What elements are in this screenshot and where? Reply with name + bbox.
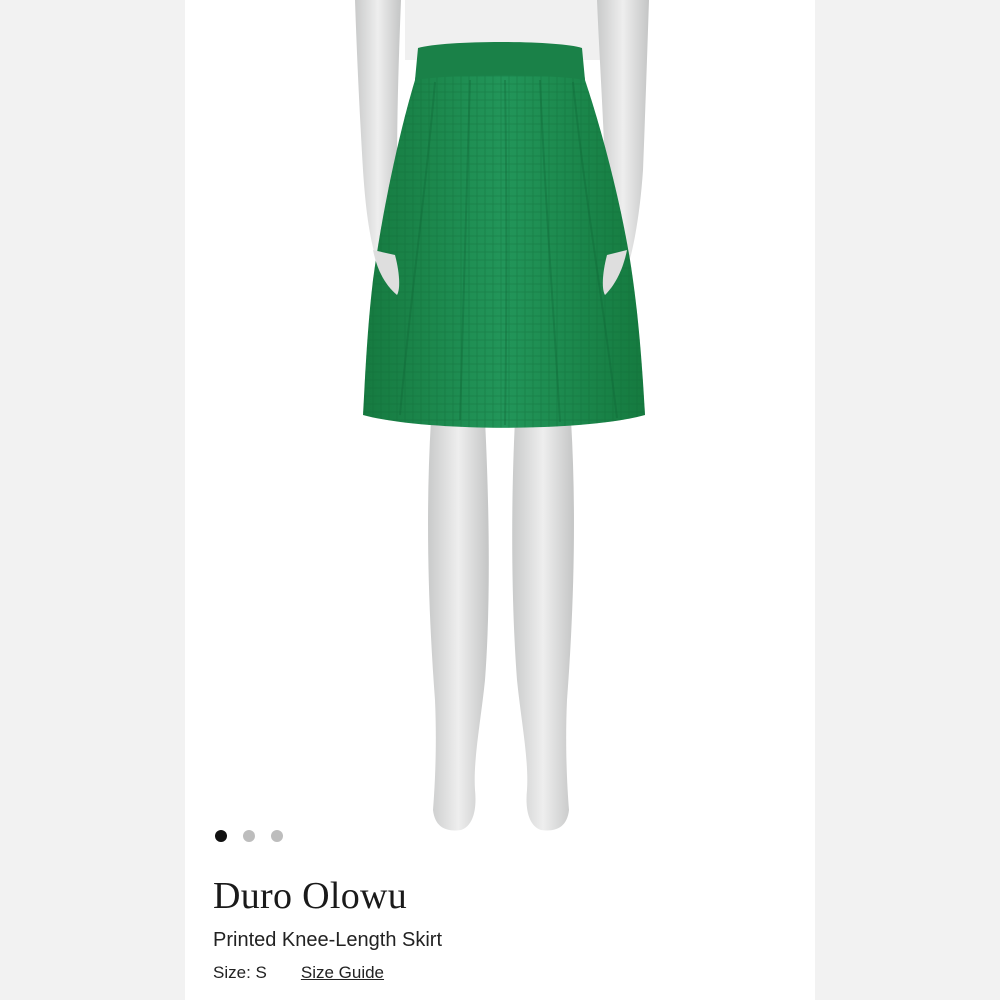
image-carousel-dots (215, 830, 283, 842)
background-blur-left (0, 0, 185, 1000)
brand-name[interactable]: Duro Olowu (213, 874, 407, 918)
size-label: Size: S (213, 963, 267, 982)
size-row: Size: S Size Guide (213, 963, 384, 983)
product-panel: Duro Olowu Printed Knee-Length Skirt Siz… (185, 0, 815, 1000)
mannequin-skirt-illustration (355, 0, 649, 831)
carousel-dot-3[interactable] (271, 830, 283, 842)
carousel-dot-1[interactable] (215, 830, 227, 842)
product-title: Printed Knee-Length Skirt (213, 929, 443, 951)
product-image[interactable] (185, 0, 815, 860)
background-blur-right (815, 0, 1000, 1000)
carousel-dot-2[interactable] (243, 830, 255, 842)
size-guide-link[interactable]: Size Guide (301, 963, 384, 983)
